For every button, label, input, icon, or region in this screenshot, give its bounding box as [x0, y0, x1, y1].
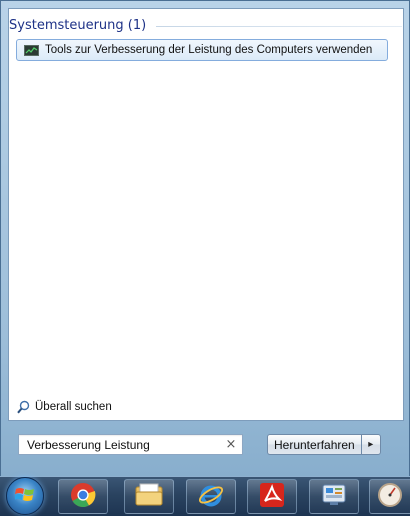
gauge-icon [377, 482, 403, 511]
taskbar-explorer-button[interactable] [124, 479, 174, 514]
folder-icon [135, 483, 163, 510]
search-everywhere-label: Überall suchen [35, 401, 112, 413]
windows-logo-icon [14, 486, 35, 507]
taskbar-adobe-reader-button[interactable] [247, 479, 297, 514]
group-title[interactable]: Systemsteuerung (1) [9, 18, 146, 33]
search-result-item[interactable]: Tools zur Verbesserung der Leistung des … [16, 39, 388, 61]
search-box: × [18, 434, 243, 455]
shutdown-button[interactable]: Herunterfahren [267, 434, 361, 455]
adobe-reader-icon [259, 482, 285, 511]
taskbar-gadget-button[interactable] [369, 479, 410, 514]
start-button[interactable] [6, 477, 44, 515]
search-result-label: Tools zur Verbesserung der Leistung des … [45, 44, 373, 56]
chrome-icon [70, 482, 96, 511]
search-everywhere-link[interactable]: Überall suchen [17, 399, 112, 415]
magnifier-icon [17, 400, 30, 414]
clear-search-button[interactable]: × [224, 436, 238, 453]
control-panel-icon [321, 483, 347, 510]
chevron-right-icon: ▸ [368, 439, 374, 450]
result-group-header: Systemsteuerung (1) [9, 15, 402, 35]
taskbar-chrome-button[interactable] [58, 479, 108, 514]
shutdown-group: Herunterfahren ▸ [267, 434, 381, 455]
search-results-pane [8, 8, 404, 421]
search-input[interactable] [19, 435, 219, 454]
performance-tools-icon [24, 44, 39, 56]
close-icon: × [225, 437, 237, 452]
taskbar [0, 476, 410, 516]
group-divider [156, 25, 402, 27]
taskbar-ie-button[interactable] [186, 479, 236, 514]
taskbar-control-panel-button[interactable] [309, 479, 359, 514]
shutdown-options-button[interactable]: ▸ [360, 434, 381, 455]
internet-explorer-icon [198, 482, 224, 511]
